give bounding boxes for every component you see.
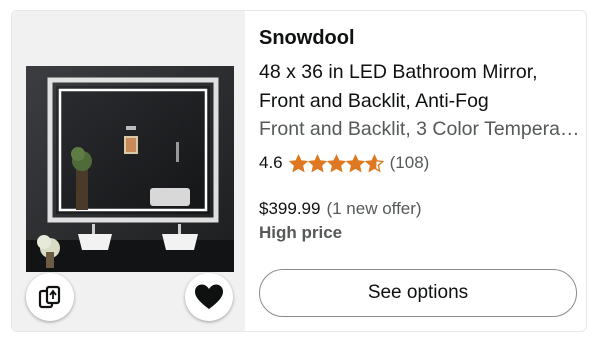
price-label: High price <box>259 223 343 242</box>
wishlist-button[interactable] <box>185 273 233 321</box>
price-row: $399.99 (1 new offer) <box>259 199 422 219</box>
star-icon <box>364 153 384 172</box>
star-rating <box>288 153 384 173</box>
product-card[interactable]: Snowdool 48 x 36 in LED Bathroom Mirror,… <box>11 10 587 332</box>
rating-row[interactable]: 4.6 (108) <box>259 153 429 173</box>
star-icon <box>345 153 365 172</box>
compare-button[interactable] <box>26 273 74 321</box>
product-variant: Front and Backlit, 3 Color Temperature <box>259 118 581 140</box>
see-options-button[interactable]: See options <box>259 269 577 317</box>
product-media <box>12 11 245 331</box>
star-icon <box>288 153 308 172</box>
review-count[interactable]: (108) <box>390 153 430 173</box>
price: $399.99 <box>259 199 321 218</box>
star-icon <box>326 153 346 172</box>
product-title[interactable]: 48 x 36 in LED Bathroom Mirror, Front an… <box>259 58 579 116</box>
product-image[interactable] <box>26 66 234 272</box>
rating-value: 4.6 <box>259 153 283 172</box>
star-icon <box>307 153 327 172</box>
product-brand: Snowdool <box>259 27 355 49</box>
offers-link[interactable]: (1 new offer) <box>326 199 421 218</box>
compare-cards-icon <box>38 285 61 309</box>
heart-icon <box>195 284 223 309</box>
